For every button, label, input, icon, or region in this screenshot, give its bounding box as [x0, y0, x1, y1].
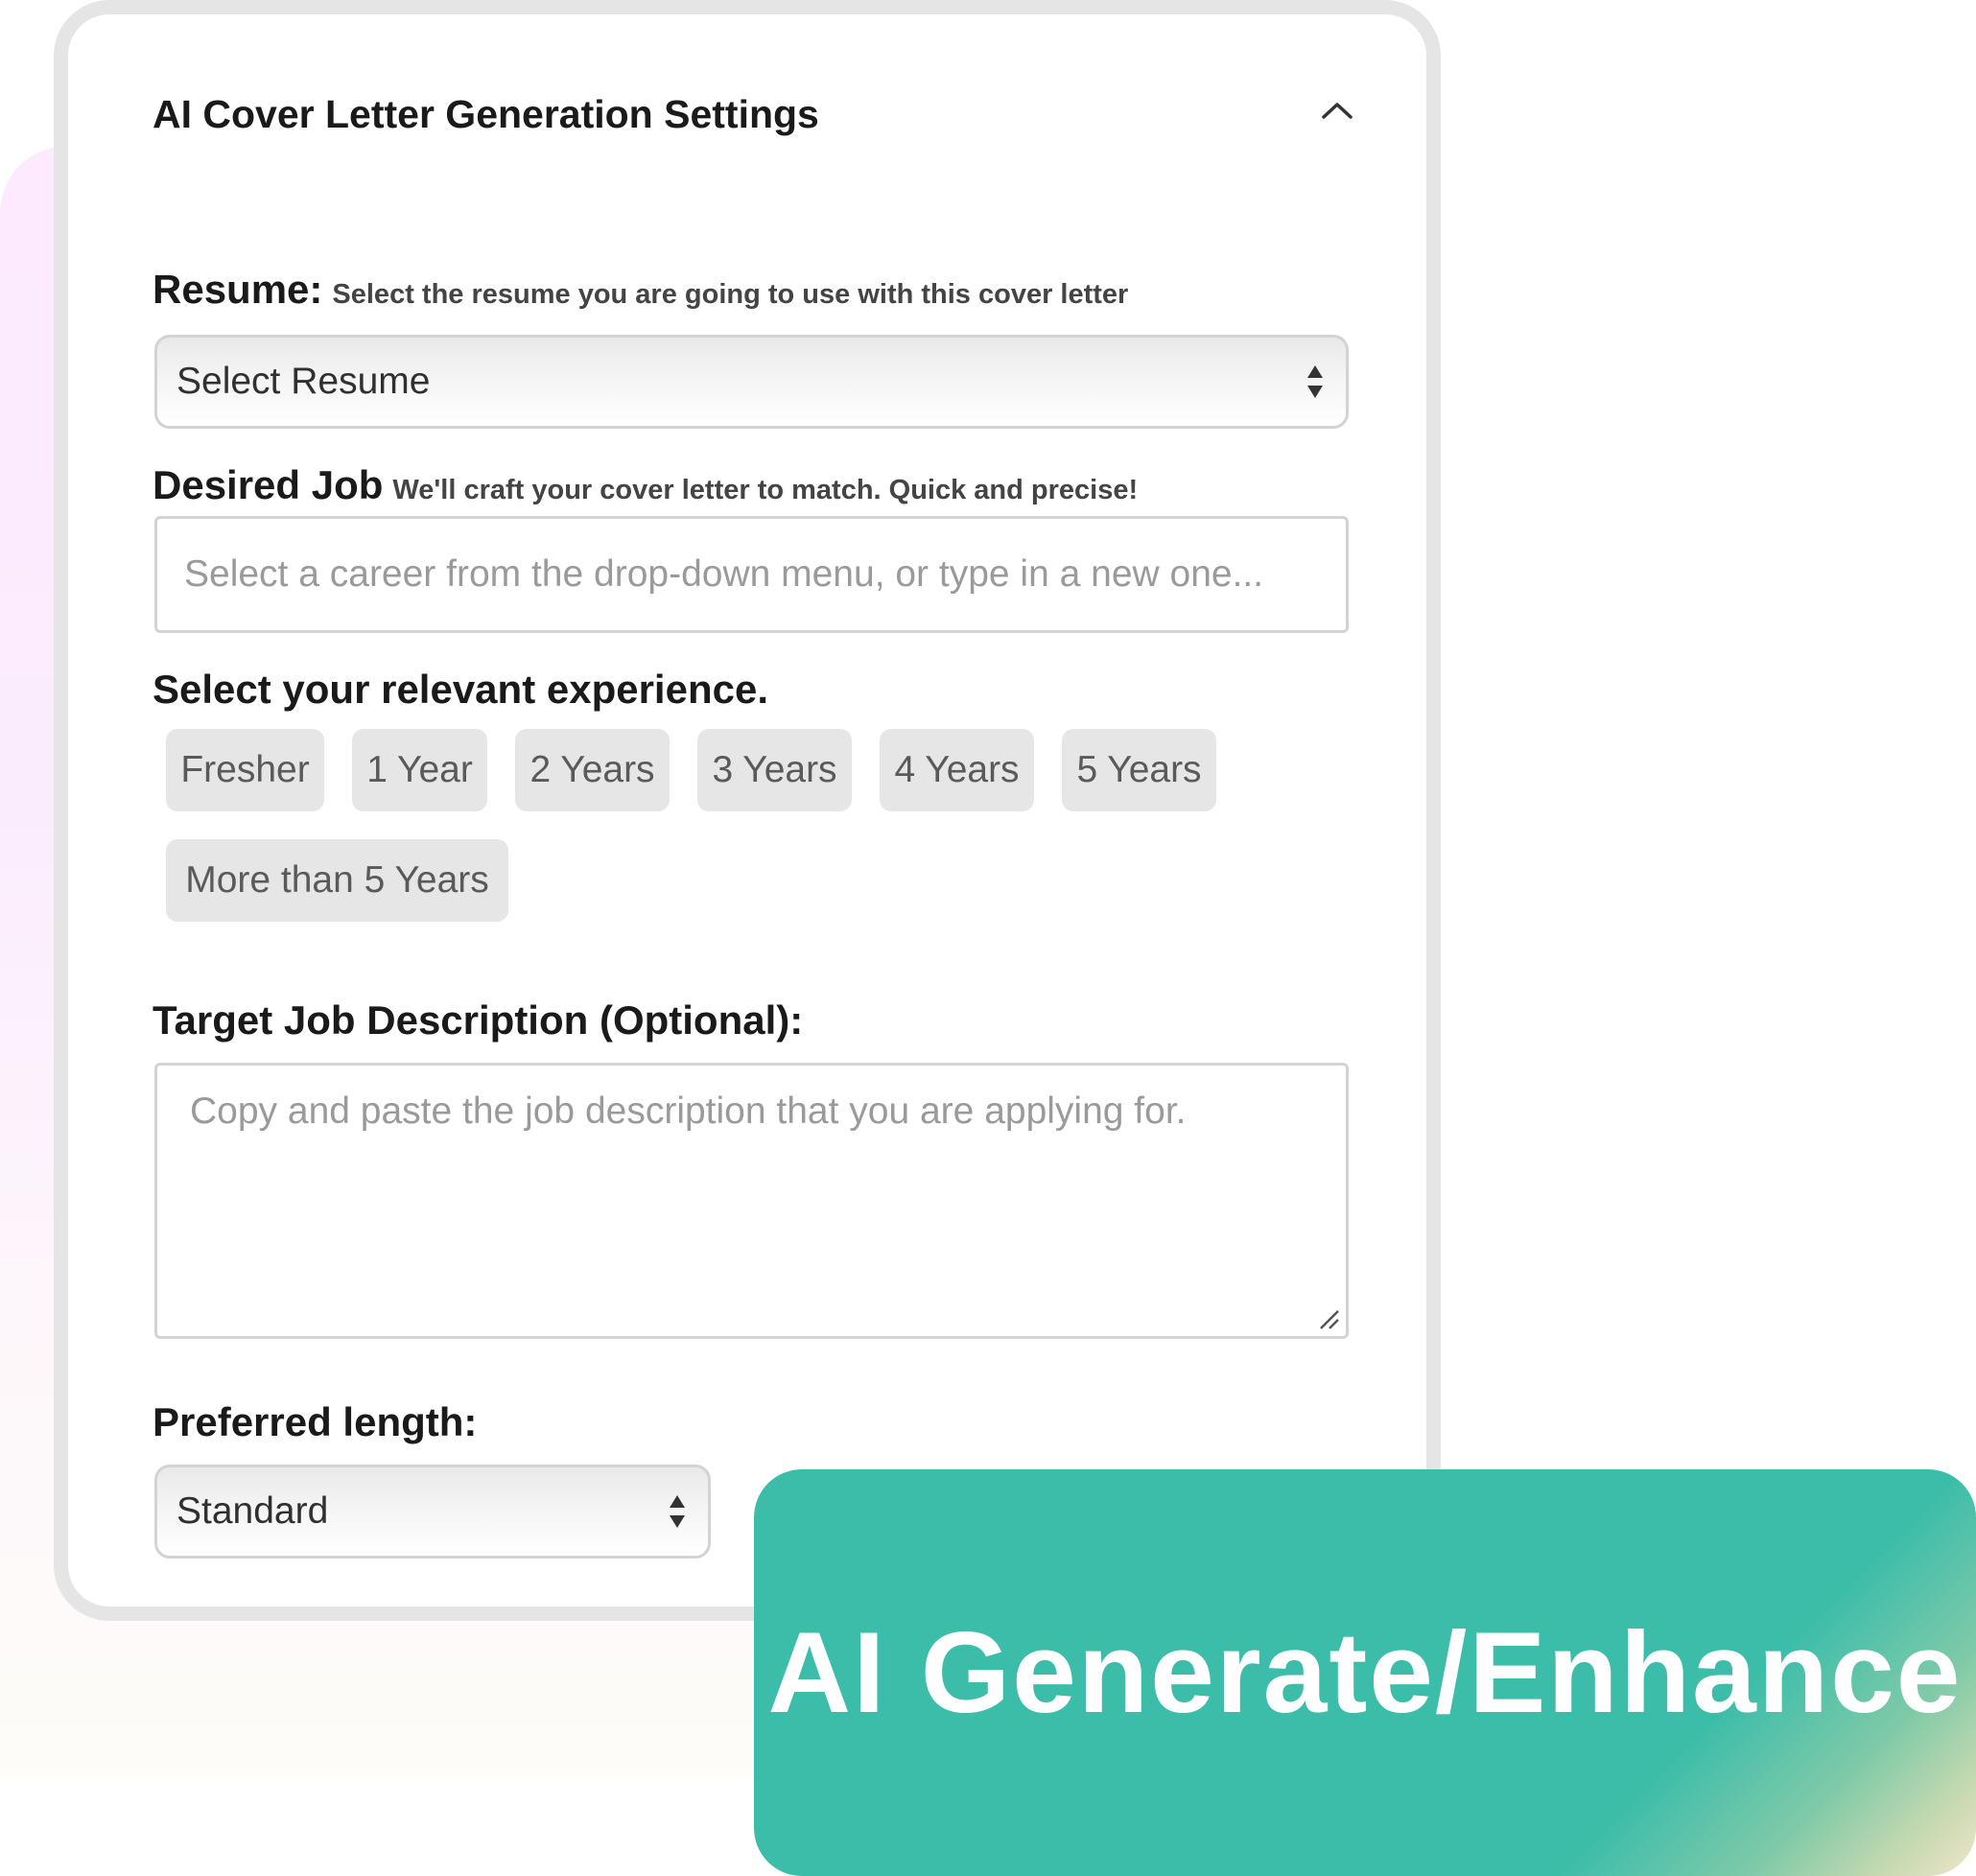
desired-job-input[interactable]: Select a career from the drop-down menu,…: [154, 516, 1349, 633]
desired-job-label: Desired Job We'll craft your cover letter…: [153, 462, 1138, 508]
select-arrows-icon: [670, 1495, 685, 1528]
experience-option-4-years[interactable]: 4 Years: [880, 729, 1034, 811]
experience-label: Select your relevant experience.: [153, 667, 768, 712]
resume-hint: Select the resume you are going to use w…: [332, 279, 1129, 310]
experience-option-fresher[interactable]: Fresher: [166, 729, 324, 811]
panel-title: AI Cover Letter Generation Settings: [153, 92, 819, 136]
job-description-placeholder: Copy and paste the job description that …: [190, 1090, 1187, 1132]
length-select[interactable]: Standard: [154, 1465, 711, 1559]
ai-generate-enhance-label: AI Generate/Enhance: [767, 1608, 1963, 1737]
resize-handle-icon[interactable]: [1317, 1307, 1340, 1330]
experience-option-2-years[interactable]: 2 Years: [515, 729, 670, 811]
length-select-value: Standard: [176, 1490, 329, 1532]
resume-label-text: Resume:: [153, 267, 323, 312]
desired-job-label-text: Desired Job: [153, 462, 384, 507]
experience-option-1-year[interactable]: 1 Year: [352, 729, 487, 811]
length-label: Preferred length:: [153, 1399, 478, 1444]
ai-generate-enhance-button[interactable]: AI Generate/Enhance: [754, 1469, 1976, 1876]
select-arrows-icon: [1307, 365, 1323, 398]
desired-job-placeholder: Select a career from the drop-down menu,…: [184, 553, 1264, 595]
resume-select[interactable]: Select Resume: [154, 335, 1349, 429]
job-description-label: Target Job Description (Optional):: [153, 997, 804, 1043]
resume-select-value: Select Resume: [176, 361, 431, 402]
chevron-up-icon[interactable]: [1318, 96, 1356, 125]
experience-option-5-years[interactable]: 5 Years: [1062, 729, 1216, 811]
experience-option-3-years[interactable]: 3 Years: [697, 729, 852, 811]
resume-label: Resume: Select the resume you are going t…: [153, 267, 1128, 313]
experience-option-more-than-5-years[interactable]: More than 5 Years: [166, 839, 508, 922]
desired-job-hint: We'll craft your cover letter to match. …: [392, 475, 1139, 505]
job-description-textarea[interactable]: Copy and paste the job description that …: [154, 1063, 1349, 1339]
